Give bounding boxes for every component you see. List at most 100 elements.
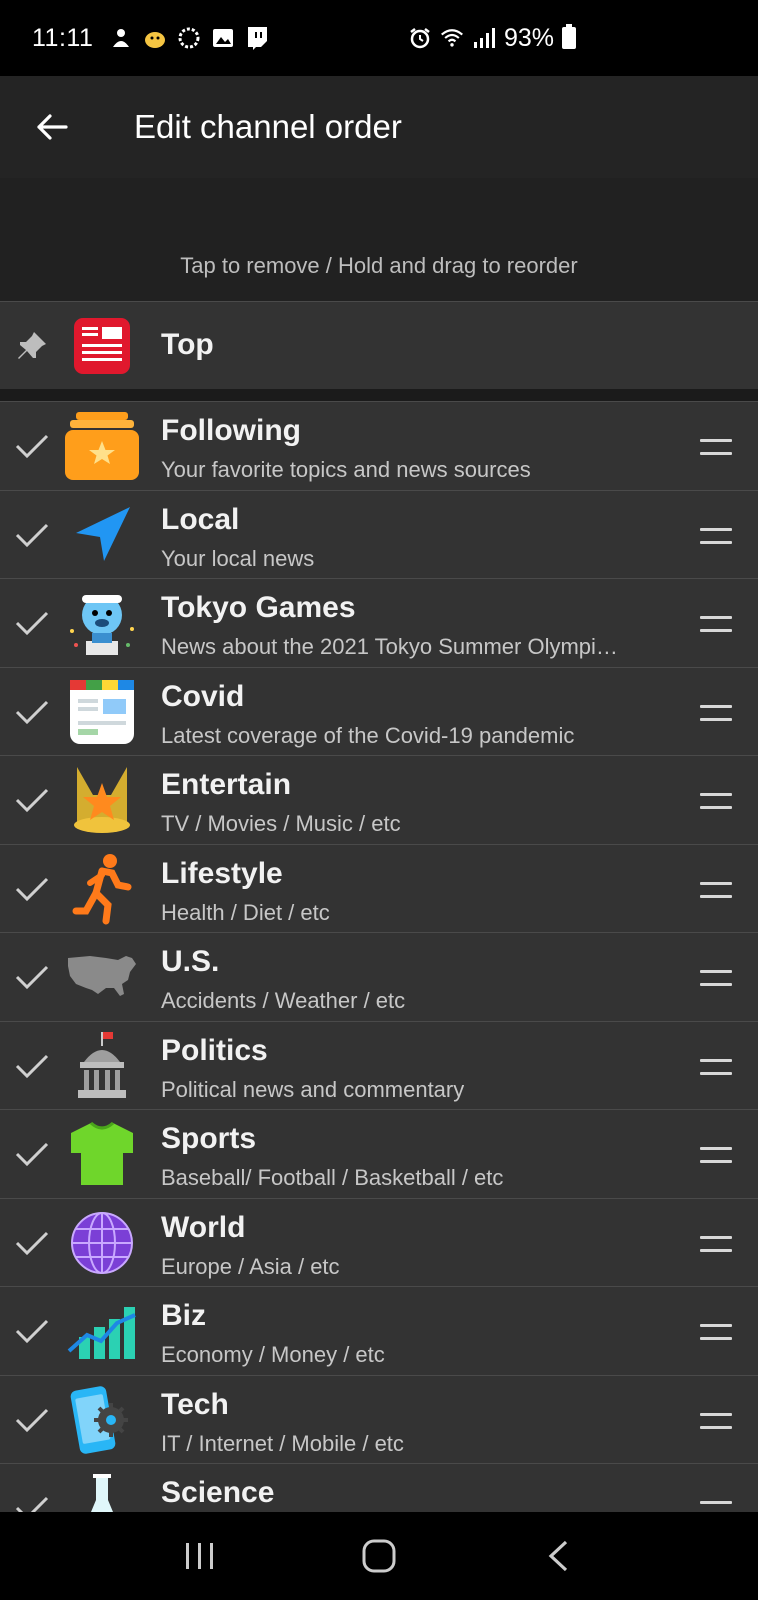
check-icon[interactable]: [14, 1376, 50, 1463]
page-title: Edit channel order: [134, 108, 402, 145]
drag-handle-icon[interactable]: [700, 970, 732, 986]
chick-icon: [143, 26, 167, 50]
check-icon[interactable]: [14, 1199, 50, 1286]
hint-text: Tap to remove / Hold and drag to reorder: [180, 253, 578, 278]
signal-icon: [472, 26, 496, 50]
drag-handle-icon[interactable]: [700, 705, 732, 721]
channel-row-tech[interactable]: Tech IT / Internet / Mobile / etc: [0, 1375, 758, 1463]
loading-ring-icon: [177, 26, 201, 50]
pinned-separator: [0, 389, 758, 401]
home-button[interactable]: [349, 1526, 409, 1586]
globe-icon: [64, 1205, 140, 1281]
channel-row-lifestyle[interactable]: Lifestyle Health / Diet / etc: [0, 844, 758, 932]
channel-subtitle: Europe / Asia / etc: [161, 1254, 340, 1279]
check-icon[interactable]: [14, 402, 50, 490]
channel-row-local[interactable]: Local Your local news: [0, 490, 758, 578]
back-button[interactable]: [24, 99, 80, 155]
channel-title: Lifestyle: [161, 857, 283, 890]
usa-map-icon: [64, 939, 140, 1015]
pinned-channel-top[interactable]: Top: [0, 301, 758, 389]
twitch-icon: [245, 26, 269, 50]
drag-handle-icon[interactable]: [700, 1236, 732, 1252]
channel-row-us[interactable]: U.S. Accidents / Weather / etc: [0, 932, 758, 1021]
alarm-icon: [408, 26, 432, 50]
system-nav-bar: [0, 1512, 758, 1600]
channel-row-politics[interactable]: Politics Political news and commentary: [0, 1021, 758, 1109]
channel-title: Covid: [161, 680, 245, 713]
check-icon[interactable]: [14, 491, 50, 578]
drag-handle-icon[interactable]: [700, 793, 732, 809]
channel-subtitle: IT / Internet / Mobile / etc: [161, 1431, 404, 1456]
gallery-icon: [211, 26, 235, 50]
channel-title: World: [161, 1211, 246, 1244]
drag-handle-icon[interactable]: [700, 1059, 732, 1075]
news-card-icon: [64, 674, 140, 750]
check-icon[interactable]: [14, 1110, 50, 1198]
star-folder-icon: [64, 408, 140, 484]
system-back-button[interactable]: [528, 1526, 588, 1586]
spotlight-star-icon: [64, 762, 140, 838]
channel-title: Science: [161, 1476, 275, 1509]
channel-subtitle: Your local news: [161, 546, 315, 571]
check-icon[interactable]: [14, 845, 50, 932]
check-icon[interactable]: [14, 933, 50, 1021]
channel-title: Sports: [161, 1122, 257, 1155]
drag-handle-icon[interactable]: [700, 528, 732, 544]
capitol-icon: [64, 1028, 140, 1104]
notification-person-icon: [109, 26, 133, 50]
channel-subtitle: Baseball/ Football / Basketball / etc: [161, 1165, 504, 1190]
battery-icon: [562, 24, 577, 49]
drag-handle-icon[interactable]: [700, 882, 732, 898]
check-icon[interactable]: [14, 668, 50, 755]
recent-apps-button[interactable]: [170, 1526, 230, 1586]
channel-subtitle: TV / Movies / Music / etc: [161, 811, 401, 836]
channel-subtitle: Latest coverage of the Covid-19 pandemic: [161, 723, 575, 748]
channel-subtitle: Your favorite topics and news sources: [161, 457, 531, 482]
drag-handle-icon[interactable]: [700, 1501, 732, 1512]
mascot-icon: [64, 585, 140, 661]
home-icon: [362, 1539, 396, 1573]
channel-row-covid[interactable]: Covid Latest coverage of the Covid-19 pa…: [0, 667, 758, 755]
channel-title: Local: [161, 503, 240, 536]
channel-row-following[interactable]: Following Your favorite topics and news …: [0, 401, 758, 490]
channel-row-biz[interactable]: Biz Economy / Money / etc: [0, 1286, 758, 1375]
wifi-icon: [440, 26, 464, 50]
drag-handle-icon[interactable]: [700, 1413, 732, 1429]
chevron-left-icon: [548, 1540, 568, 1572]
battery-percent: 93%: [504, 23, 555, 52]
channel-row-entertain[interactable]: Entertain TV / Movies / Music / etc: [0, 755, 758, 844]
check-icon[interactable]: [14, 1287, 50, 1375]
channel-title: U.S.: [161, 945, 220, 978]
newspaper-icon: [64, 308, 140, 384]
channel-row-tokyo-games[interactable]: Tokyo Games News about the 2021 Tokyo Su…: [0, 578, 758, 667]
channel-row-world[interactable]: World Europe / Asia / etc: [0, 1198, 758, 1286]
channel-title: Tokyo Games: [161, 591, 356, 624]
channel-subtitle: Health / Diet / etc: [161, 900, 330, 925]
status-time: 11:11: [32, 23, 94, 52]
check-icon[interactable]: [14, 1464, 50, 1512]
pin-icon: [14, 302, 50, 389]
channel-row-science[interactable]: Science: [0, 1463, 758, 1512]
channel-subtitle: Economy / Money / etc: [161, 1342, 385, 1367]
status-bar: 11:11 93%: [0, 0, 758, 76]
flask-icon: [64, 1470, 140, 1512]
channel-subtitle: Accidents / Weather / etc: [161, 988, 406, 1013]
drag-handle-icon[interactable]: [700, 439, 732, 455]
channel-title: Politics: [161, 1034, 268, 1067]
check-icon[interactable]: [14, 756, 50, 844]
pinned-title: Top: [161, 328, 214, 361]
phone-gear-icon: [64, 1382, 140, 1458]
channel-list[interactable]: Top Following Your favorite topics and n…: [0, 301, 758, 1512]
channel-title: Biz: [161, 1299, 206, 1332]
drag-handle-icon[interactable]: [700, 616, 732, 632]
app-bar: Edit channel order: [0, 76, 758, 178]
check-icon[interactable]: [14, 579, 50, 667]
drag-handle-icon[interactable]: [700, 1147, 732, 1163]
channel-title: Tech: [161, 1388, 229, 1421]
jersey-icon: [64, 1116, 140, 1192]
channel-row-sports[interactable]: Sports Baseball/ Football / Basketball /…: [0, 1109, 758, 1198]
drag-handle-icon[interactable]: [700, 1324, 732, 1340]
check-icon[interactable]: [14, 1022, 50, 1109]
bar-chart-icon: [64, 1293, 140, 1369]
hint-area: Tap to remove / Hold and drag to reorder: [0, 178, 758, 301]
